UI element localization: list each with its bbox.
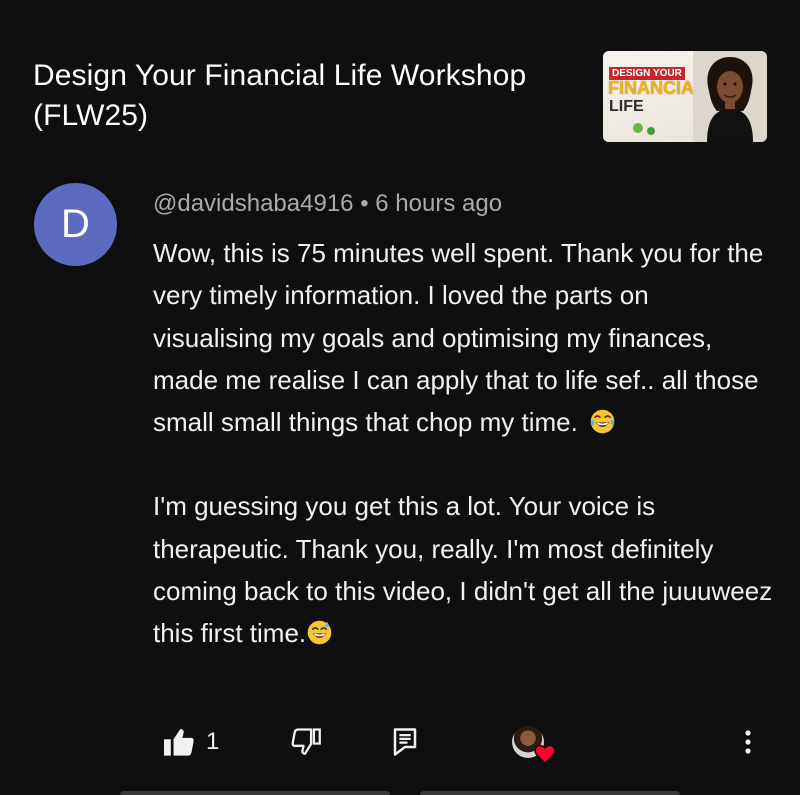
thumbnail-decoration xyxy=(633,123,643,133)
video-title[interactable]: Design Your Financial Life Workshop (FLW… xyxy=(33,56,593,136)
next-item-edge xyxy=(0,791,800,795)
comment-action-bar: 1 xyxy=(0,720,800,764)
more-vertical-icon xyxy=(745,730,751,754)
creator-heart-icon xyxy=(534,744,556,764)
comment-paragraph-1: Wow, this is 75 minutes well spent. Than… xyxy=(153,232,773,443)
comment-paragraph-2-text: I'm guessing you get this a lot. Your vo… xyxy=(153,491,773,649)
thumbs-up-icon xyxy=(164,729,194,756)
like-button[interactable]: 1 xyxy=(162,720,219,764)
comment-author[interactable]: @davidshaba4916 xyxy=(153,190,354,217)
comment-meta: @davidshaba4916 • 6 hours ago xyxy=(153,189,502,219)
next-item-edge-left xyxy=(120,791,390,795)
more-actions-button[interactable] xyxy=(738,720,758,764)
comment-timestamp: 6 hours ago xyxy=(375,190,503,217)
next-item-edge-right xyxy=(420,791,680,795)
reply-button[interactable] xyxy=(392,720,418,764)
thumbnail-presenter-image xyxy=(693,51,767,142)
comment-text: Wow, this is 75 minutes well spent. Than… xyxy=(153,232,773,655)
commenter-avatar[interactable]: D xyxy=(34,183,117,266)
thumbnail-decoration xyxy=(647,127,655,135)
comment-paragraph-2: I'm guessing you get this a lot. Your vo… xyxy=(153,485,773,654)
thumbs-down-icon xyxy=(291,728,321,755)
like-count: 1 xyxy=(206,728,220,755)
creator-heart-badge xyxy=(512,726,556,764)
thumbnail-line-3: LIFE xyxy=(609,98,644,115)
video-thumbnail[interactable]: DESIGN YOUR FINANCIAL LIFE xyxy=(603,51,767,142)
thumbnail-line-2: FINANCIAL xyxy=(608,78,705,98)
comment-paragraph-1-text: Wow, this is 75 minutes well spent. Than… xyxy=(153,238,764,438)
reply-icon xyxy=(393,728,417,756)
meta-separator: • xyxy=(353,190,376,217)
grinning-sweat-emoji-icon xyxy=(307,621,332,645)
tears-of-joy-emoji-icon xyxy=(590,409,615,434)
dislike-button[interactable] xyxy=(290,720,322,764)
